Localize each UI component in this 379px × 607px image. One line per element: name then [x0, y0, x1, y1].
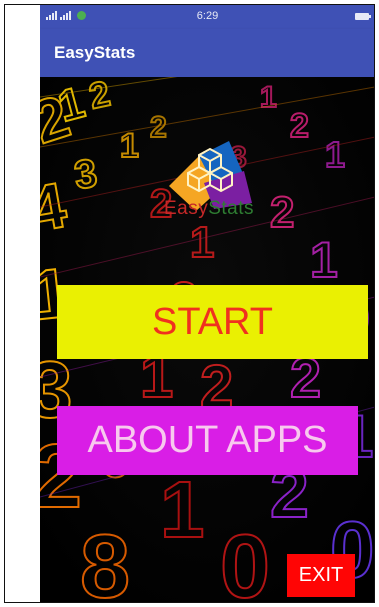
main-content: 2 1 2 4 3 1 1 2 3 2 8 0 2 1 2 1 [40, 77, 374, 603]
phone-screen: 6:29 EasyStats 2 1 2 4 3 1 2 8 2 1 1 2 1… [40, 5, 374, 603]
start-button[interactable]: START [57, 285, 368, 359]
logo-wordmark: EasyStats [144, 198, 274, 220]
svg-text:1: 1 [310, 232, 338, 288]
logo-text-stats: Stats [208, 198, 255, 219]
svg-text:1: 1 [325, 134, 345, 175]
battery-icon [355, 13, 371, 20]
status-time: 6:29 [196, 10, 219, 22]
svg-text:0: 0 [220, 517, 270, 603]
svg-text:8: 8 [80, 517, 130, 603]
screenshot-frame: 6:29 EasyStats 2 1 2 4 3 1 2 8 2 1 1 2 1… [4, 4, 375, 603]
app-bar: EasyStats [40, 29, 374, 77]
svg-text:1: 1 [120, 127, 139, 165]
svg-text:1: 1 [160, 465, 205, 554]
svg-text:2: 2 [150, 111, 167, 144]
about-apps-button[interactable]: ABOUT APPS [57, 406, 358, 475]
status-bar: 6:29 [40, 5, 374, 29]
app-title: EasyStats [54, 43, 136, 62]
easystats-logo: EasyStats [144, 141, 274, 231]
logo-text-easy: Easy [163, 198, 209, 219]
svg-text:2: 2 [290, 107, 309, 145]
svg-text:1: 1 [260, 81, 277, 114]
exit-button[interactable]: EXIT [287, 554, 355, 597]
